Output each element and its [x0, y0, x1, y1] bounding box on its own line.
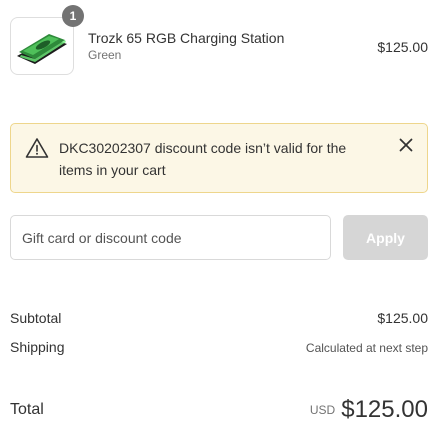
- total-label: Total: [10, 401, 44, 418]
- warning-message: DKC30202307 discount code isn’t valid fo…: [59, 140, 347, 178]
- product-name: Trozk 65 RGB Charging Station: [88, 30, 285, 46]
- shipping-label: Shipping: [10, 339, 65, 355]
- total-amount: $125.00: [341, 396, 428, 423]
- close-icon[interactable]: [397, 136, 415, 154]
- subtotal-label: Subtotal: [10, 310, 62, 326]
- product-variant: Green: [88, 48, 122, 62]
- warning-triangle-icon: [25, 137, 49, 159]
- discount-warning-banner: DKC30202307 discount code isn’t valid fo…: [10, 123, 428, 193]
- apply-button[interactable]: Apply: [343, 215, 428, 260]
- charging-station-product-image: [17, 34, 67, 64]
- currency-code: USD: [309, 403, 336, 417]
- cart-line-item: 1 Trozk 65 RGB Charging Station Green $1…: [10, 0, 428, 100]
- discount-code-input[interactable]: [10, 215, 331, 260]
- quantity-badge: 1: [62, 5, 84, 27]
- product-price: $125.00: [377, 39, 428, 55]
- subtotal-value: $125.00: [377, 310, 428, 326]
- total-value-group: USD $125.00: [310, 396, 428, 424]
- product-thumbnail-wrapper: 1: [10, 5, 84, 75]
- product-thumbnail: [10, 17, 74, 75]
- shipping-value: Calculated at next step: [305, 341, 428, 355]
